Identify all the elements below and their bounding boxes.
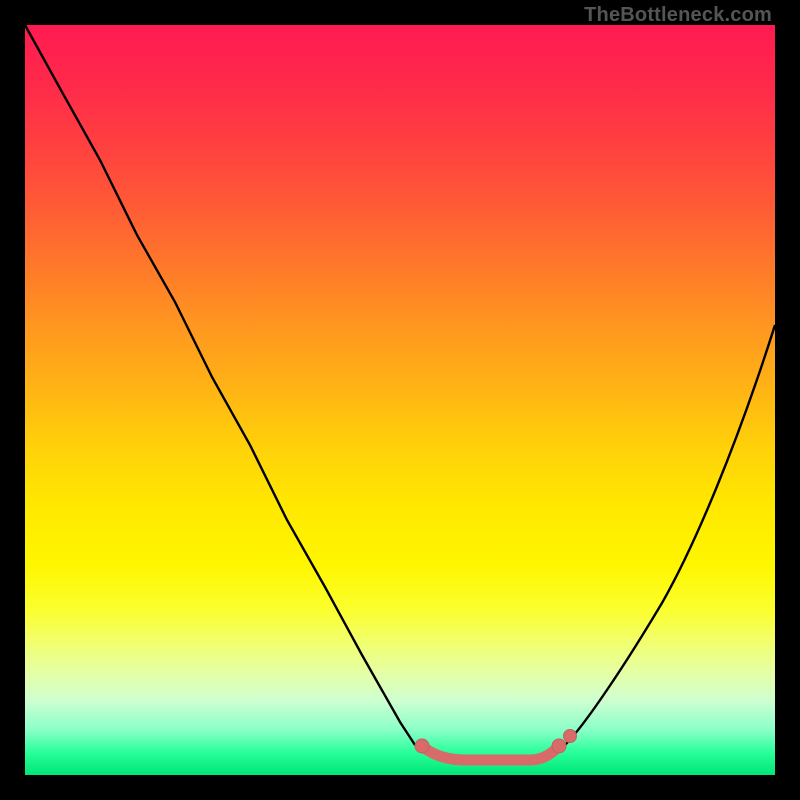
curve-group [25,25,775,760]
chart-frame: TheBottleneck.com [0,0,800,800]
min-marker-left-cap [415,739,429,753]
chart-curve-svg [25,25,775,775]
min-marker-floor [423,747,557,760]
curve-right-branch [565,325,775,745]
min-marker-right-cap [552,739,566,753]
curve-left-branch [25,25,415,745]
min-marker-right-dot [564,730,577,743]
attribution-text: TheBottleneck.com [584,4,772,27]
marker-group [415,730,577,761]
chart-plot-area [25,25,775,775]
